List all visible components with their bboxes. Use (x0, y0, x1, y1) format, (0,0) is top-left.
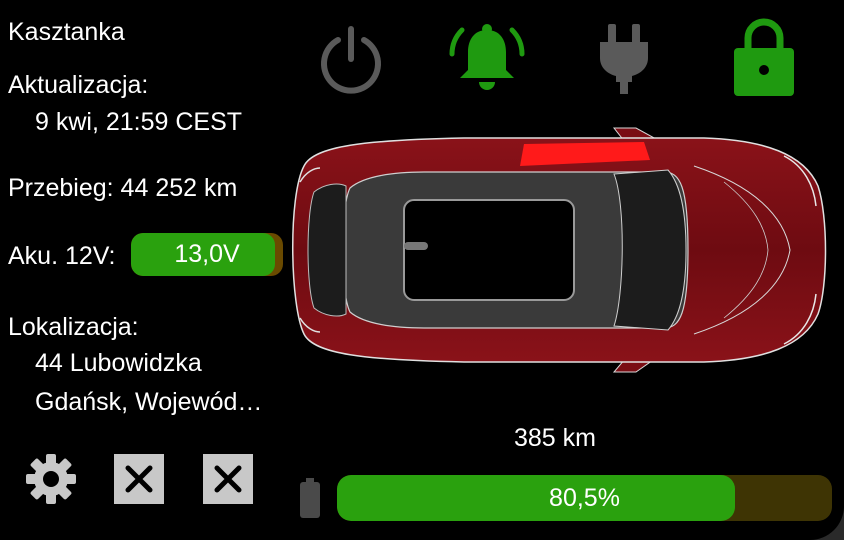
plug-icon[interactable] (596, 22, 652, 94)
location-city: Gdańsk, Wojewód… (35, 388, 263, 416)
close-button[interactable] (114, 454, 164, 504)
location-label: Lokalizacja: (8, 313, 139, 341)
traction-battery-bar: 80,5% (337, 475, 832, 521)
close-icon (125, 465, 153, 493)
battery-icon (300, 478, 320, 518)
power-icon[interactable] (316, 24, 386, 94)
battery-12v-bar: 13,0V (131, 233, 283, 276)
odometer: Przebieg: 44 252 km (8, 174, 238, 202)
car-illustration (292, 127, 827, 373)
close-button[interactable] (203, 454, 253, 504)
lock-icon[interactable] (732, 18, 796, 96)
battery-12v-label: Aku. 12V: (8, 242, 116, 270)
settings-icon[interactable] (24, 452, 78, 506)
battery-12v-value: 13,0V (174, 240, 240, 268)
update-label: Aktualizacja: (8, 71, 149, 99)
close-icon (214, 465, 242, 493)
vehicle-widget: Kasztanka Aktualizacja: 9 kwi, 21:59 CES… (0, 0, 844, 540)
vehicle-name: Kasztanka (8, 18, 125, 46)
range-value: 385 km (514, 424, 596, 452)
bell-icon[interactable] (448, 20, 526, 96)
traction-battery-value: 80,5% (549, 484, 620, 512)
update-value: 9 kwi, 21:59 CEST (35, 108, 243, 136)
location-street: 44 Lubowidzka (35, 349, 202, 377)
